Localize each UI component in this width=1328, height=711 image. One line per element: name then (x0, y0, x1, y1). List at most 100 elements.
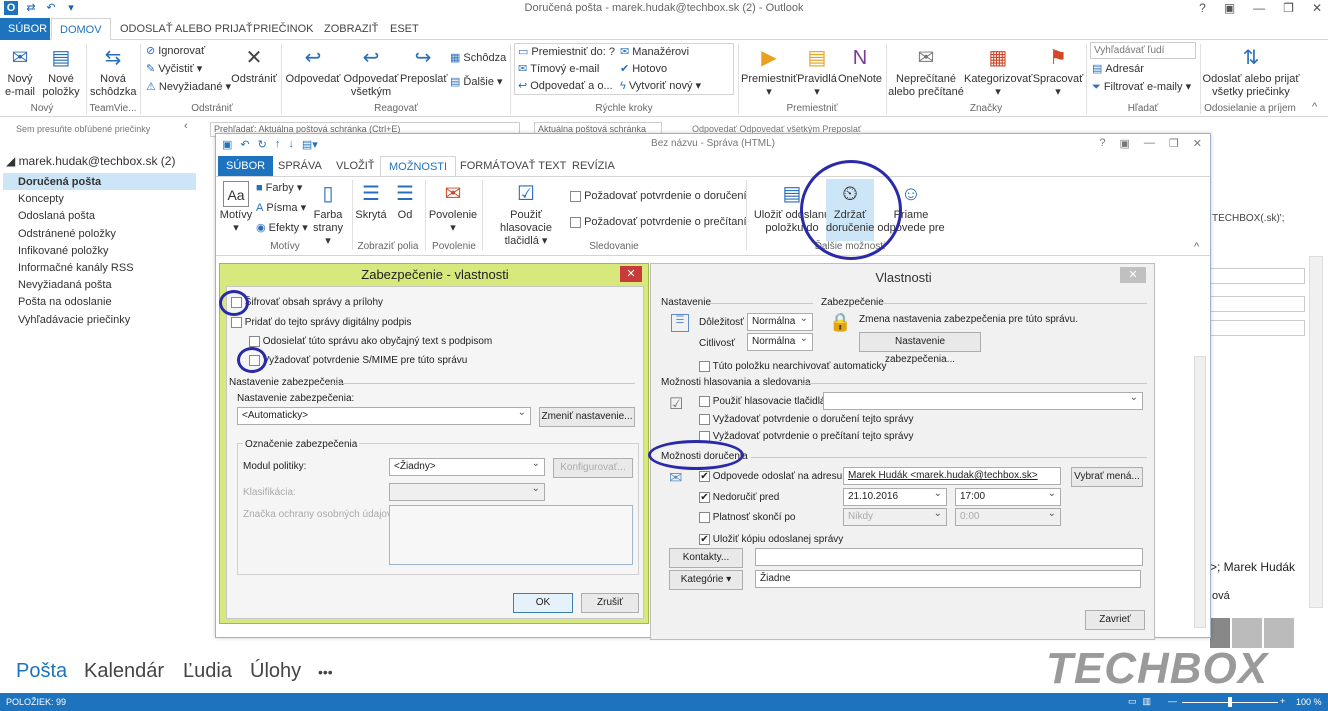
reply-to-row[interactable]: ✔ Odpovede odoslať na adresu (699, 471, 842, 482)
zoom-slider[interactable]: — + (1168, 696, 1288, 708)
nav-mail[interactable]: Pošta (16, 660, 67, 683)
new-meeting-button[interactable]: ⇆ Nová schôdzka (90, 45, 136, 99)
folder-item[interactable]: Odstránené položky (18, 228, 116, 240)
nav-calendar[interactable]: Kalendár (84, 660, 164, 683)
close-button[interactable]: Zavrieť (1085, 610, 1145, 630)
tab-folder[interactable]: PRIEČINOK (245, 18, 322, 40)
save-copy-checkbox[interactable]: ✔ (699, 534, 710, 545)
voting-select[interactable] (823, 390, 1143, 410)
tab-file[interactable]: SÚBOR (0, 18, 50, 40)
permission-button[interactable]: ✉ Povolenie ▾ (426, 181, 480, 235)
unread-read-button[interactable]: ✉ Neprečítané alebo prečítané (888, 45, 964, 99)
req-read-row[interactable]: Vyžadovať potvrdenie o prečítaní tejto s… (699, 431, 914, 442)
categories-button[interactable]: Kategórie ▾ (669, 570, 743, 590)
folder-item[interactable]: Informačné kanály RSS (18, 262, 134, 274)
tab-home[interactable]: DOMOV (51, 18, 111, 40)
move-button[interactable]: ▶ Premiestniť ▾ (741, 45, 797, 99)
select-names-button[interactable]: Vybrať mená... (1071, 467, 1143, 487)
effects-button[interactable]: ◉ Efekty ▾ (256, 221, 308, 235)
help-icon[interactable]: ? (1099, 137, 1105, 150)
delivery-date-select[interactable]: 21.10.2016 (843, 486, 947, 506)
ribbon-display-icon[interactable]: ▣ (1120, 137, 1130, 150)
smime-checkbox-row[interactable]: Vyžadovať potvrdenie S/MIME pre túto spr… (249, 355, 467, 366)
themes-button[interactable]: Aa Motívy ▾ (218, 181, 254, 235)
address-book-button[interactable]: ▤ Adresár (1092, 62, 1144, 76)
categorize-button[interactable]: ▦ Kategorizovať ▾ (964, 45, 1032, 99)
compose-tab-insert[interactable]: VLOŽIŤ (328, 156, 383, 176)
request-read-checkbox[interactable]: Požadovať potvrdenie o prečítaní (570, 215, 747, 229)
reading-scrollbar[interactable] (1309, 256, 1323, 608)
importance-select[interactable]: Normálna (747, 311, 813, 331)
cleartext-checkbox[interactable] (249, 336, 260, 347)
collapse-pane-icon[interactable]: ‹ (184, 120, 188, 132)
rules-button[interactable]: ▤ Pravidlá ▾ (797, 45, 837, 99)
folder-item[interactable]: Doručená pošta (18, 176, 101, 188)
more-button[interactable]: ▤ Ďalšie ▾ (450, 75, 503, 89)
checkbox[interactable] (570, 190, 581, 202)
send-receive-all-button[interactable]: ⇅ Odoslať alebo prijať všetky priečinky (1200, 45, 1302, 99)
use-voting-row[interactable]: Použiť hlasovacie tlačidlá (699, 396, 825, 407)
cleartext-checkbox-row[interactable]: Odosielať túto správu ako obyčajný text … (249, 336, 492, 347)
compose-tab-format[interactable]: FORMÁTOVAŤ TEXT (452, 156, 574, 176)
collapse-ribbon-icon[interactable]: ^ (1194, 241, 1199, 253)
quick-step-move[interactable]: ▭ Premiestniť do: ? (518, 45, 615, 59)
ribbon-display-icon[interactable]: ▣ (1224, 1, 1235, 15)
security-settings-select[interactable]: <Automaticky> (237, 405, 531, 425)
close-icon[interactable]: ✕ (1312, 1, 1322, 15)
no-deliver-checkbox[interactable]: ✔ (699, 492, 710, 503)
forward-button[interactable]: ↪ Preposlať (400, 45, 448, 86)
account-header[interactable]: ◢ marek.hudak@techbox.sk (2) (6, 154, 175, 168)
classification-select[interactable] (389, 481, 545, 501)
request-delivery-checkbox[interactable]: Požadovať potvrdenie o doručení (570, 189, 747, 203)
categories-input[interactable]: Žiadne (755, 570, 1141, 588)
collapse-ribbon-icon[interactable]: ^ (1312, 101, 1317, 113)
compose-tab-options[interactable]: MOŽNOSTI (380, 156, 457, 176)
new-items-button[interactable]: ▤ Nové položky (42, 45, 80, 99)
nav-people[interactable]: Ľudia (183, 660, 232, 683)
bcc-button[interactable]: ☰ Skrytá (354, 181, 388, 222)
dialog-close-button[interactable]: ✕ (620, 266, 642, 282)
reading-view-icon[interactable]: ▥ (1143, 696, 1152, 707)
no-deliver-row[interactable]: ✔ Nedoručiť pred (699, 492, 779, 503)
zoom-out-icon[interactable]: — (1168, 696, 1177, 706)
folder-item[interactable]: Vyhľadávacie priečinky (18, 314, 130, 326)
colors-button[interactable]: ■ Farby ▾ (256, 181, 302, 195)
quick-step-manager[interactable]: ✉ Manažérovi (620, 45, 689, 59)
voting-buttons-button[interactable]: ☑ Použiť hlasovacie tlačidlá ▾ (484, 181, 568, 248)
cancel-button[interactable]: Zrušiť (581, 593, 639, 613)
folder-item[interactable]: Infikované položky (18, 245, 109, 257)
delete-button[interactable]: ✕ Odstrániť (230, 45, 278, 86)
checkbox[interactable] (570, 216, 581, 228)
folder-item[interactable]: Koncepty (18, 193, 64, 205)
clean-button[interactable]: ✎ Vyčistiť ▾ (146, 62, 202, 76)
reply-to-input[interactable]: Marek Hudák <marek.hudak@techbox.sk> (843, 467, 1061, 485)
from-button[interactable]: ☰ Od (390, 181, 420, 222)
onenote-button[interactable]: N OneNote (838, 45, 882, 86)
help-icon[interactable]: ? (1199, 1, 1206, 15)
compose-scrollbar[interactable] (1194, 356, 1206, 628)
minimize-icon[interactable]: — (1253, 1, 1265, 15)
no-archive-row[interactable]: Túto položku nearchivovať automaticky (699, 361, 886, 372)
no-archive-checkbox[interactable] (699, 361, 710, 372)
new-email-button[interactable]: ✉ Nový e-mail (2, 45, 38, 99)
expire-time-select[interactable]: 0:00 (955, 506, 1061, 526)
reply-all-button[interactable]: ↩ Odpovedať všetkým (342, 45, 400, 99)
quick-step-reply-delete[interactable]: ↩ Odpovedať a o... (518, 79, 613, 93)
encrypt-checkbox-row[interactable]: Šifrovať obsah správy a prílohy (231, 297, 383, 308)
contacts-button[interactable]: Kontakty... (669, 548, 743, 568)
expires-checkbox[interactable] (699, 512, 710, 523)
normal-view-icon[interactable]: ▭ (1128, 696, 1137, 707)
save-copy-row[interactable]: ✔ Uložiť kópiu odoslanej správy (699, 534, 843, 545)
reply-to-checkbox[interactable]: ✔ (699, 471, 710, 482)
security-settings-button[interactable]: Nastavenie zabezpečenia... (859, 332, 981, 365)
quick-step-team[interactable]: ✉ Tímový e-mail (518, 62, 599, 76)
ignore-button[interactable]: ⊘ Ignorovať (146, 44, 205, 58)
compose-tab-message[interactable]: SPRÁVA (270, 156, 330, 176)
compose-tab-review[interactable]: REVÍZIA (564, 156, 623, 176)
policy-module-select[interactable]: <Žiadny> (389, 456, 545, 476)
folder-item[interactable]: Nevyžiadaná pošta (18, 279, 112, 291)
quick-step-create[interactable]: ϟ Vytvoriť nový ▾ (620, 79, 701, 93)
contacts-input[interactable] (755, 548, 1143, 566)
meeting-button[interactable]: ▦ Schôdza (450, 51, 506, 65)
fonts-button[interactable]: A Písma ▾ (256, 201, 306, 215)
